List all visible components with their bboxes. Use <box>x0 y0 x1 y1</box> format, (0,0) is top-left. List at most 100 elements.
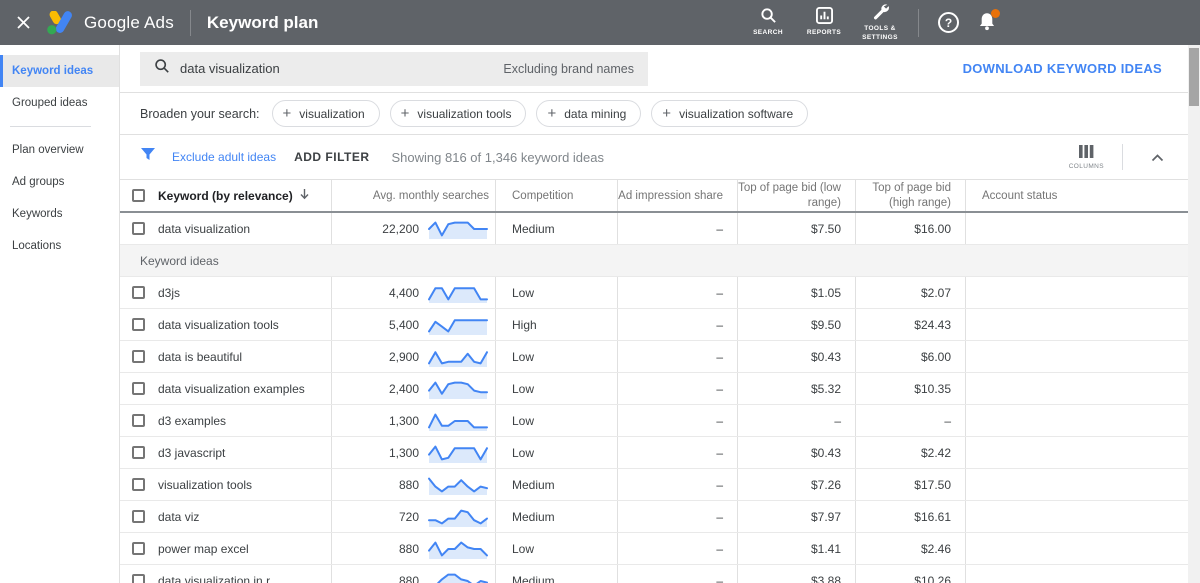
keyword-table: Keyword (by relevance) Avg. monthly sear… <box>120 180 1188 583</box>
row-checkbox[interactable] <box>132 478 145 491</box>
keyword-search-input[interactable]: data visualization Excluding brand names <box>140 52 648 86</box>
competition-cell: Low <box>496 373 618 404</box>
header-ad-impression-share[interactable]: Ad impression share <box>618 180 738 211</box>
searches-value: 22,200 <box>382 222 419 236</box>
notifications-button[interactable] <box>977 11 997 35</box>
ad-impression-share-cell: – <box>618 437 738 468</box>
filter-funnel-icon[interactable] <box>140 148 156 166</box>
keyword-cell: data visualization tools <box>156 309 332 340</box>
bid-high-cell: $2.07 <box>856 277 966 308</box>
row-checkbox[interactable] <box>132 542 145 555</box>
row-checkbox[interactable] <box>132 382 145 395</box>
table-row[interactable]: data viz720Medium–$7.97$16.61 <box>120 501 1188 533</box>
ad-impression-share-cell: – <box>618 469 738 500</box>
header-keyword[interactable]: Keyword (by relevance) <box>158 188 310 203</box>
broaden-chip-visualization-tools[interactable]: +visualization tools <box>390 100 527 127</box>
showing-count-text: Showing 816 of 1,346 keyword ideas <box>392 150 604 165</box>
bid-low-cell: $1.41 <box>738 533 856 564</box>
scrollbar-thumb[interactable] <box>1189 48 1199 106</box>
table-row[interactable]: power map excel880Low–$1.41$2.46 <box>120 533 1188 565</box>
keyword-cell: data viz <box>156 501 332 532</box>
row-checkbox[interactable] <box>132 286 145 299</box>
search-row: data visualization Excluding brand names… <box>120 45 1188 93</box>
table-row[interactable]: data visualization22,200Medium–$7.50$16.… <box>120 213 1188 245</box>
account-status-cell <box>966 373 1188 404</box>
competition-cell: Low <box>496 277 618 308</box>
table-row[interactable]: data visualization in r880Medium–$3.88$1… <box>120 565 1188 583</box>
table-row[interactable]: data is beautiful2,900Low–$0.43$6.00 <box>120 341 1188 373</box>
account-status-cell <box>966 213 1188 244</box>
topbar-divider <box>918 9 919 37</box>
header-bid-low[interactable]: Top of page bid (low range) <box>738 180 856 211</box>
sidebar-item-grouped-ideas[interactable]: Grouped ideas <box>0 87 119 119</box>
table-row[interactable]: d3js4,400Low–$1.05$2.07 <box>120 277 1188 309</box>
keyword-cell: d3 examples <box>156 405 332 436</box>
row-checkbox[interactable] <box>132 318 145 331</box>
searches-value: 5,400 <box>389 318 419 332</box>
ad-impression-share-cell: – <box>618 405 738 436</box>
tools-settings-nav-button[interactable]: TOOLS & SETTINGS <box>852 1 908 45</box>
sidebar-item-plan-overview[interactable]: Plan overview <box>0 134 119 166</box>
search-nav-button[interactable]: SEARCH <box>740 5 796 40</box>
row-checkbox[interactable] <box>132 510 145 523</box>
help-button[interactable]: ? <box>938 12 959 33</box>
row-checkbox[interactable] <box>132 222 145 235</box>
bid-high-cell: $10.26 <box>856 565 966 583</box>
table-row[interactable]: d3 examples1,300Low––– <box>120 405 1188 437</box>
competition-cell: Low <box>496 437 618 468</box>
app-body: Keyword ideas Grouped ideas Plan overvie… <box>0 45 1200 583</box>
row-checkbox[interactable] <box>132 414 145 427</box>
table-row[interactable]: data visualization examples2,400Low–$5.3… <box>120 373 1188 405</box>
ad-impression-share-cell: – <box>618 341 738 372</box>
table-row[interactable]: d3 javascript1,300Low–$0.43$2.42 <box>120 437 1188 469</box>
row-checkbox-cell <box>120 437 156 468</box>
broaden-chip-visualization-software[interactable]: +visualization software <box>651 100 808 127</box>
row-checkbox-cell <box>120 213 156 244</box>
product-name: Google Ads <box>84 13 174 33</box>
broaden-search-row: Broaden your search: +visualization +vis… <box>120 93 1188 135</box>
bid-low-cell: $0.43 <box>738 341 856 372</box>
keyword-cell: data is beautiful <box>156 341 332 372</box>
row-checkbox-cell <box>120 469 156 500</box>
account-status-cell <box>966 309 1188 340</box>
broaden-label: Broaden your search: <box>140 107 260 121</box>
sidebar-item-keywords[interactable]: Keywords <box>0 198 119 230</box>
broaden-chip-visualization[interactable]: +visualization <box>272 100 380 127</box>
sidebar-item-ad-groups[interactable]: Ad groups <box>0 166 119 198</box>
bid-low-cell: $9.50 <box>738 309 856 340</box>
select-all-checkbox[interactable] <box>132 189 145 202</box>
sidebar-item-locations[interactable]: Locations <box>0 230 119 262</box>
header-account-status[interactable]: Account status <box>966 180 1188 211</box>
header-competition[interactable]: Competition <box>496 180 618 211</box>
sidebar: Keyword ideas Grouped ideas Plan overvie… <box>0 45 120 583</box>
searches-value: 4,400 <box>389 286 419 300</box>
avg-monthly-searches-cell: 22,200 <box>332 213 496 244</box>
reports-nav-button[interactable]: REPORTS <box>796 5 852 40</box>
trend-sparkline <box>427 378 489 400</box>
row-checkbox[interactable] <box>132 350 145 363</box>
trend-sparkline <box>427 282 489 304</box>
exclude-adult-ideas-filter[interactable]: Exclude adult ideas <box>172 150 276 164</box>
row-checkbox[interactable] <box>132 574 145 583</box>
search-query: data visualization <box>180 61 280 76</box>
row-checkbox[interactable] <box>132 446 145 459</box>
columns-button[interactable]: COLUMNS <box>1069 145 1104 170</box>
searches-value: 880 <box>399 542 419 556</box>
row-checkbox-cell <box>120 565 156 583</box>
download-keyword-ideas-button[interactable]: DOWNLOAD KEYWORD IDEAS <box>963 61 1162 76</box>
vertical-scrollbar[interactable] <box>1188 45 1200 583</box>
collapse-panel-button[interactable] <box>1141 146 1174 169</box>
close-icon[interactable] <box>16 15 31 30</box>
row-checkbox-cell <box>120 309 156 340</box>
header-bid-high[interactable]: Top of page bid (high range) <box>856 180 966 211</box>
row-checkbox-cell <box>120 533 156 564</box>
bid-low-cell: $7.97 <box>738 501 856 532</box>
header-avg-monthly-searches[interactable]: Avg. monthly searches <box>332 180 496 211</box>
sidebar-item-keyword-ideas[interactable]: Keyword ideas <box>0 55 119 87</box>
table-row[interactable]: visualization tools880Medium–$7.26$17.50 <box>120 469 1188 501</box>
add-filter-button[interactable]: ADD FILTER <box>294 150 369 164</box>
trend-sparkline <box>427 410 489 432</box>
broaden-chip-data-mining[interactable]: +data mining <box>536 100 641 127</box>
table-row[interactable]: data visualization tools5,400High–$9.50$… <box>120 309 1188 341</box>
avg-monthly-searches-cell: 4,400 <box>332 277 496 308</box>
